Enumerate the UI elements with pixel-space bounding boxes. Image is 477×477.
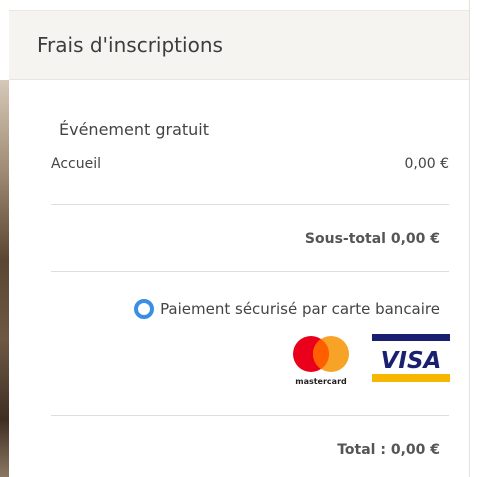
visa-wordmark: VISA	[381, 348, 442, 374]
payment-radio-button[interactable]	[134, 299, 155, 319]
payment-option-card[interactable]: Paiement sécurisé par carte bancaire	[134, 298, 440, 320]
divider	[51, 415, 449, 416]
card-title: Frais d'inscriptions	[37, 33, 223, 57]
visa-logo: VISA	[372, 334, 450, 382]
mastercard-logo: mastercard	[293, 336, 349, 386]
total: Total : 0,00 €	[337, 442, 440, 458]
background-strip	[0, 0, 9, 477]
line-item-price: 0,00 €	[404, 156, 449, 172]
divider	[51, 204, 449, 205]
event-type-title: Événement gratuit	[59, 120, 210, 139]
divider	[51, 271, 449, 272]
card-header: Frais d'inscriptions	[9, 10, 469, 80]
line-item-label: Accueil	[51, 156, 101, 172]
payment-option-label: Paiement sécurisé par carte bancaire	[160, 300, 440, 318]
registration-fees-card: Frais d'inscriptions Événement gratuit A…	[9, 0, 470, 477]
mastercard-wordmark: mastercard	[295, 377, 347, 386]
line-item: Accueil 0,00 €	[51, 156, 449, 176]
subtotal: Sous-total 0,00 €	[304, 231, 440, 247]
